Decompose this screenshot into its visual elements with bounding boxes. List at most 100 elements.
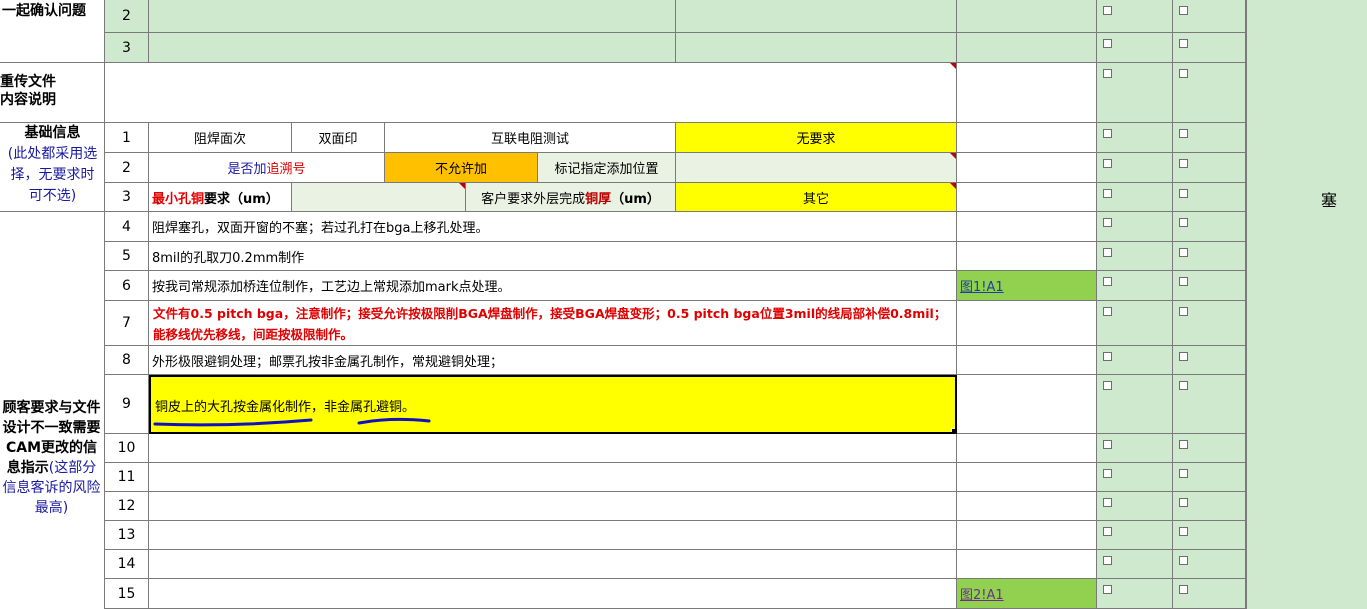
- checkbox[interactable]: [1179, 381, 1188, 390]
- impedance-test-value[interactable]: 无要求: [676, 123, 957, 153]
- figure-1-link[interactable]: 图1!A1: [960, 276, 1004, 295]
- figure-2-link[interactable]: 图2!A1: [960, 584, 1004, 603]
- checkbox[interactable]: [1103, 248, 1112, 257]
- link-cell[interactable]: [957, 212, 1097, 242]
- outer-copper-label: 客户要求外层完成 铜厚 （um）: [466, 183, 676, 212]
- instruction-text[interactable]: 外形极限避铜处理；邮票孔按非金属孔制作，常规避铜处理；: [149, 346, 957, 375]
- checkbox[interactable]: [1103, 218, 1112, 227]
- confirm-cell[interactable]: [149, 33, 676, 63]
- checkbox[interactable]: [1103, 469, 1112, 478]
- checkbox[interactable]: [1179, 189, 1188, 198]
- section-confirm-filler: [0, 33, 105, 63]
- checkbox[interactable]: [1179, 585, 1188, 594]
- checkbox[interactable]: [1179, 69, 1188, 78]
- instruction-text-warning[interactable]: 文件有0.5 pitch bga，注意制作；接受允许按极限削BGA焊盘制作，接受…: [149, 301, 957, 346]
- row-number: 15: [105, 579, 149, 609]
- instruction-text[interactable]: [149, 492, 957, 521]
- checkbox[interactable]: [1179, 556, 1188, 565]
- instruction-text[interactable]: 8mil的孔取刀0.2mm制作: [149, 242, 957, 271]
- mark-position-value[interactable]: [676, 153, 957, 183]
- checkbox[interactable]: [1103, 585, 1112, 594]
- link-cell[interactable]: [957, 346, 1097, 375]
- link-cell[interactable]: [957, 33, 1097, 63]
- link-cell[interactable]: [957, 63, 1097, 123]
- link-cell[interactable]: [957, 0, 1097, 33]
- checkbox[interactable]: [1103, 6, 1112, 15]
- checkbox[interactable]: [1179, 527, 1188, 536]
- checkbox[interactable]: [1103, 307, 1112, 316]
- link-cell[interactable]: [957, 550, 1097, 579]
- checkbox[interactable]: [1103, 189, 1112, 198]
- row-number: 7: [105, 301, 149, 346]
- outer-copper-value[interactable]: 其它: [676, 183, 957, 212]
- comment-marker-icon: [950, 63, 956, 69]
- solder-mask-side-value[interactable]: 双面印: [292, 123, 385, 153]
- row-number: 4: [105, 212, 149, 242]
- checkbox[interactable]: [1103, 352, 1112, 361]
- mark-position-label: 标记指定添加位置: [538, 153, 676, 183]
- instruction-text[interactable]: 阻焊塞孔，双面开窗的不塞；若过孔打在bga上移孔处理。: [149, 212, 957, 242]
- checkbox[interactable]: [1103, 498, 1112, 507]
- checkbox[interactable]: [1103, 440, 1112, 449]
- link-cell[interactable]: [957, 463, 1097, 492]
- checkbox[interactable]: [1179, 498, 1188, 507]
- traceability-value[interactable]: 不允许加: [385, 153, 538, 183]
- check-cell-a: [1097, 346, 1173, 375]
- checkbox[interactable]: [1179, 129, 1188, 138]
- link-cell[interactable]: [957, 521, 1097, 550]
- confirm-cell[interactable]: [676, 33, 957, 63]
- checkbox[interactable]: [1179, 307, 1188, 316]
- link-cell[interactable]: [957, 434, 1097, 463]
- confirm-cell[interactable]: [149, 0, 676, 33]
- checkbox[interactable]: [1103, 527, 1112, 536]
- checkbox[interactable]: [1179, 39, 1188, 48]
- section-reupload-line1: 重传文件: [0, 74, 56, 90]
- checkbox[interactable]: [1103, 381, 1112, 390]
- reupload-content-cell[interactable]: [105, 63, 957, 123]
- instruction-text-selected[interactable]: 铜皮上的大孔按金属化制作，非金属孔避铜。: [149, 375, 957, 434]
- check-cell-b: [1173, 346, 1246, 375]
- link-cell[interactable]: [957, 492, 1097, 521]
- link-cell[interactable]: 图1!A1: [957, 271, 1097, 301]
- outer-copper-keyword: 铜厚: [585, 191, 612, 207]
- instruction-text[interactable]: [149, 550, 957, 579]
- checkbox[interactable]: [1103, 39, 1112, 48]
- checkbox[interactable]: [1179, 469, 1188, 478]
- checkbox[interactable]: [1179, 277, 1188, 286]
- instruction-text[interactable]: [149, 521, 957, 550]
- checkbox[interactable]: [1103, 129, 1112, 138]
- outer-copper-prefix: 客户要求外层完成: [481, 191, 586, 207]
- checkbox[interactable]: [1179, 248, 1188, 257]
- comment-marker-icon: [950, 183, 956, 189]
- row-number: 5: [105, 242, 149, 271]
- instruction-text[interactable]: [149, 434, 957, 463]
- checkbox[interactable]: [1179, 218, 1188, 227]
- link-cell[interactable]: 图2!A1: [957, 579, 1097, 609]
- checkbox[interactable]: [1179, 440, 1188, 449]
- link-cell[interactable]: [957, 301, 1097, 346]
- check-cell-a: [1097, 183, 1173, 212]
- instruction-text[interactable]: [149, 463, 957, 492]
- annotation-underline: [153, 417, 431, 427]
- min-hole-copper-unit: 要求（um）: [204, 191, 279, 207]
- link-cell[interactable]: [957, 123, 1097, 153]
- checkbox[interactable]: [1179, 159, 1188, 168]
- checkbox[interactable]: [1179, 6, 1188, 15]
- min-hole-copper-value[interactable]: [292, 183, 466, 212]
- link-cell[interactable]: [957, 242, 1097, 271]
- check-cell-a: [1097, 550, 1173, 579]
- link-cell[interactable]: [957, 183, 1097, 212]
- checkbox[interactable]: [1179, 352, 1188, 361]
- check-cell-b: [1173, 434, 1246, 463]
- instruction-text[interactable]: 按我司常规添加桥连位制作，工艺边上常规添加mark点处理。: [149, 271, 957, 301]
- link-cell[interactable]: [957, 375, 1097, 434]
- checkbox[interactable]: [1103, 69, 1112, 78]
- confirm-cell[interactable]: [676, 0, 957, 33]
- check-cell-b: [1173, 579, 1246, 609]
- checkbox[interactable]: [1103, 556, 1112, 565]
- link-cell[interactable]: [957, 153, 1097, 183]
- checkbox[interactable]: [1103, 159, 1112, 168]
- checkbox[interactable]: [1103, 277, 1112, 286]
- traceability-label: 是否加 追溯号: [149, 153, 385, 183]
- instruction-text[interactable]: [149, 579, 957, 609]
